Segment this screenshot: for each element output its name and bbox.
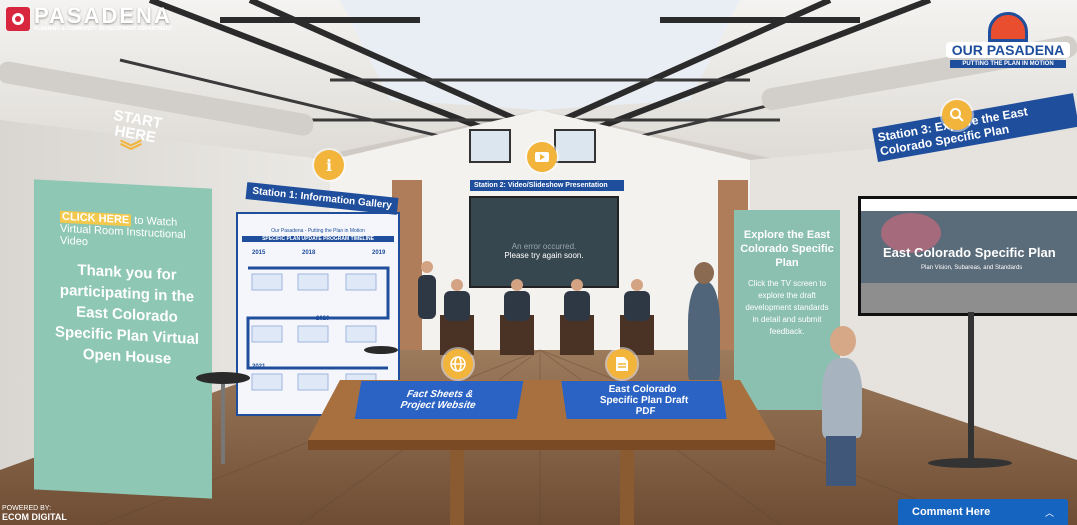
tv-screen[interactable]: East Colorado Specific Plan Plan Vision,…	[858, 196, 1077, 316]
thank-you-text: Thank you for participating in the East …	[55, 261, 199, 368]
draft-pdf-card[interactable]: East Colorado Specific Plan Draft PDF	[561, 381, 727, 419]
tv-title: East Colorado Specific Plan	[883, 245, 1056, 260]
standing-man	[688, 282, 720, 382]
comment-here-label: Comment Here	[912, 506, 991, 518]
pasadena-logo: PASADENA PLANNING & COMMUNITY DEVELOPMEN…	[6, 3, 173, 32]
year-2018: 2018	[302, 250, 316, 256]
child-head	[830, 326, 856, 356]
video-hotspot[interactable]	[527, 142, 557, 172]
info-icon: i	[325, 155, 333, 175]
our-pasadena-badge: OUR PASADENA PUTTING THE PLAN IN MOTION	[946, 12, 1070, 72]
logo-subtitle: PLANNING & COMMUNITY DEVELOPMENT DEPARTM…	[34, 26, 173, 32]
right-banner-title: Explore the East Colorado Specific Plan	[740, 229, 834, 269]
station2-label: Station 2: Video/Slideshow Presentation	[470, 180, 624, 191]
video-play-icon	[535, 152, 549, 162]
child	[822, 358, 862, 438]
comment-here-button[interactable]: Comment Here ︿	[898, 499, 1068, 525]
board-title2: SPECIFIC PLAN UPDATE PROGRAM TIMELINE	[242, 236, 394, 242]
globe-icon	[450, 356, 466, 372]
year-2019: 2019	[372, 250, 386, 256]
chevron-up-icon: ︿	[1044, 507, 1054, 518]
badge-line1: OUR PASADENA	[946, 42, 1070, 58]
info-hotspot[interactable]: i	[314, 150, 344, 180]
stool-seat-1	[196, 372, 250, 384]
draft-pdf-label: East Colorado Specific Plan Draft PDF	[599, 383, 689, 417]
powered-by: POWERED BY: ECOM DIGITAL	[2, 505, 67, 522]
fact-sheets-card[interactable]: Fact Sheets & Project Website	[354, 381, 524, 419]
fact-sheets-label: Fact Sheets & Project Website	[399, 389, 477, 411]
stool-seat-2	[364, 346, 398, 354]
gear-logo-icon	[988, 12, 1028, 42]
rose-icon	[6, 7, 30, 31]
tv-stand-base	[928, 458, 1012, 468]
street-image	[861, 283, 1077, 313]
document-hotspot[interactable]	[607, 349, 637, 379]
tv-stand	[968, 312, 974, 462]
logo-text: PASADENA	[34, 3, 172, 28]
document-icon	[616, 357, 628, 371]
powered-by-brand: ECOM DIGITAL	[2, 512, 67, 522]
left-banner: CLICK HERE to Watch Virtual Room Instruc…	[34, 179, 212, 499]
child-legs	[826, 436, 856, 486]
right-banner-body: Click the TV screen to explore the draft…	[745, 279, 829, 336]
tv-subtitle: Plan Vision, Subareas, and Standards	[921, 265, 1023, 271]
search-hotspot[interactable]	[942, 100, 972, 130]
instructional-video-link[interactable]: CLICK HERE to Watch Virtual Room Instruc…	[60, 210, 200, 254]
badge-line2: PUTTING THE PLAN IN MOTION	[950, 60, 1066, 68]
search-icon	[950, 108, 964, 122]
board-title1: Our Pasadena - Putting the Plan in Motio…	[271, 228, 365, 234]
tv-header-bar	[861, 199, 1077, 211]
year-2015: 2015	[252, 250, 266, 256]
stool-leg-1	[221, 384, 225, 464]
error-line1: An error occurred.	[511, 242, 577, 251]
virtual-room-scene: PASADENA PLANNING & COMMUNITY DEVELOPMEN…	[0, 0, 1077, 525]
chevron-down-icon: ︾	[120, 139, 143, 164]
web-hotspot[interactable]	[443, 349, 473, 379]
standing-man-head	[694, 262, 714, 284]
